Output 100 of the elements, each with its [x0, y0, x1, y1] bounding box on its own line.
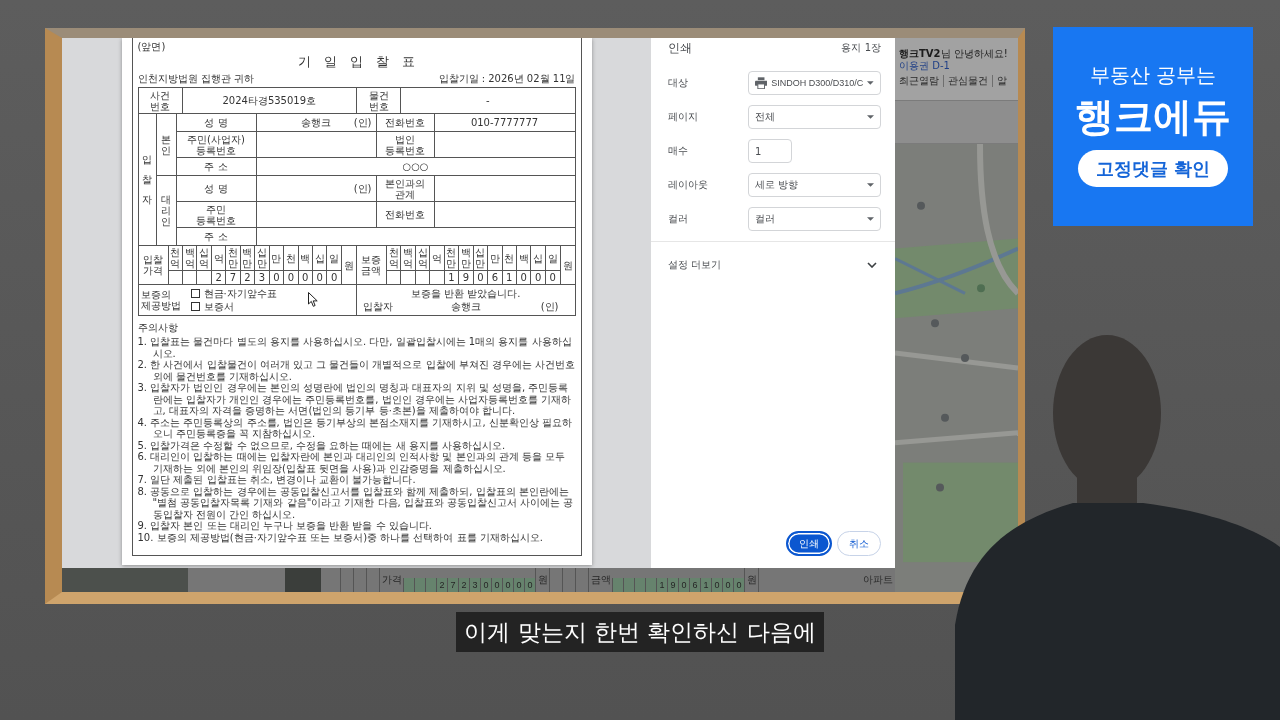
note-item: 5. 입찰가격은 수정할 수 없으므로, 수정을 요하는 때에는 새 용지를 사용하십시오.: [137, 439, 507, 451]
dropdown[interactable]: 세로 방향: [748, 173, 881, 197]
notes-heading: 주의사항: [137, 322, 179, 334]
table-cell: 백억: [400, 245, 416, 271]
table-cell: 0: [502, 578, 513, 592]
receipt-text: 보증을 반환 받았습니다.: [409, 288, 522, 299]
table-cell: 0: [524, 578, 535, 592]
note-item: 8. 공동으로 입찰하는 경우에는 공동입찰신고서를 입찰표와 함께 제출하되, 입찰표의 본인란에는 "별첨 공동입찰자목록 기재와 같음"이라고 기재한 다음, 입찰표와 공동입찰신고서 사이에는 공동입찰자 전원이 간인 하십시오.: [137, 485, 575, 520]
table-cell: 천억: [168, 245, 183, 271]
table-cell: 본인과의 관계: [376, 175, 434, 202]
table-cell: 전화번호: [376, 201, 434, 228]
table-cell: 만: [269, 245, 284, 271]
table-cell: 6: [689, 578, 700, 592]
printer-dropdown[interactable]: SINDOH D300/D310/C: [748, 71, 881, 95]
checkbox-label: 현금·자기앞수표: [203, 288, 277, 299]
table-cell: 3: [469, 578, 480, 592]
setting-label: 매수: [668, 144, 688, 158]
copies-field[interactable]: 1: [748, 139, 792, 163]
empty-table-cell: [425, 578, 436, 592]
table-cell: 0: [733, 578, 744, 592]
photo-placeholder: [285, 568, 321, 592]
table-cell: 십: [530, 245, 546, 271]
table-cell: 2024타경535019호: [182, 87, 357, 114]
table-cell: 원: [535, 568, 549, 592]
empty-table-cell: [623, 578, 634, 592]
table-cell: 성 명: [176, 113, 256, 132]
setting-label: 컬러: [668, 212, 688, 226]
nav-link[interactable]: 최근열람: [899, 75, 939, 87]
table-cell: 십억: [415, 245, 430, 271]
cursor-icon: [308, 292, 318, 307]
table-cell: 7: [447, 578, 458, 592]
table-cell: 백만: [458, 245, 474, 271]
setting-label: 레이아웃: [668, 178, 708, 192]
seal-label: (인): [540, 301, 560, 312]
sheet-count: 용지 1장: [841, 41, 881, 55]
caret-icon: [867, 81, 874, 85]
table-cell: 백: [298, 245, 313, 271]
bid-date: 입찰기일 : 2026년 02월 11일: [438, 73, 576, 85]
more-settings-button[interactable]: 설정 더보기: [668, 253, 881, 277]
table-cell: 일: [545, 245, 560, 271]
table-cell: 십: [312, 245, 327, 271]
table-cell: 주 소: [176, 157, 256, 176]
table-cell: 0: [678, 578, 689, 592]
table-cell: 억: [429, 245, 445, 271]
subtitle-caption: 이게 맞는지 한번 확인하신 다음에: [456, 612, 824, 652]
table-cell: 전화번호: [376, 113, 434, 132]
empty-table-cell: [403, 578, 414, 592]
addressee-text: 인천지방법원 집행관 귀하: [137, 73, 254, 85]
table-cell: 1: [656, 578, 667, 592]
empty-table-cell: [414, 578, 425, 592]
bidder-label: 입찰자: [362, 301, 393, 312]
table-cell: 천만: [225, 245, 241, 271]
pass-link[interactable]: 이용권 D-1: [899, 60, 1016, 72]
table-cell: 원: [560, 245, 575, 285]
page-side-label: (앞면): [137, 41, 167, 53]
dropdown[interactable]: 컬러: [748, 207, 881, 231]
table-cell: 십만: [254, 245, 270, 271]
nav-link[interactable]: 알: [992, 75, 1007, 87]
table-cell: 백만: [240, 245, 255, 271]
table-cell: 0: [513, 578, 524, 592]
table-cell: 천억: [386, 245, 401, 271]
table-cell: 0: [480, 578, 491, 592]
table-cell: ○○○: [256, 157, 575, 176]
table-cell: 사건 번호: [138, 87, 182, 114]
note-item: 9. 입찰자 본인 또는 대리인 누구나 보증을 반환 받을 수 있습니다.: [137, 520, 434, 532]
banner-tagline: 부동산 공부는: [1089, 63, 1217, 87]
nav-link[interactable]: 관심물건: [943, 75, 988, 87]
banner-brand: 행크에듀: [1075, 94, 1231, 140]
note-item: 4. 주소는 주민등록상의 주소를, 법인은 등기부상의 본점소재지를 기재하시고, 신분확인상 필요하오니 주민등록증을 꼭 지참하십시오.: [137, 416, 574, 440]
empty-table-cell: [634, 578, 645, 592]
bidder-name: 송행크: [450, 301, 481, 312]
setting-label: 페이지: [668, 110, 698, 124]
table-cell: 일: [327, 245, 342, 271]
table-cell: 성 명: [176, 175, 256, 202]
note-item: 3. 입찰자가 법인인 경우에는 본인의 성명란에 법인의 명칭과 대표자의 지위 및 성명을, 주민등록란에는 입찰자가 개인인 경우에는 주민등록번호를, 법인인 경우에는 사업자등록번호를 기재하고, 대표자의 자격을 증명하는 서면(법인의 등기부 등·초본)을 제출하여야 합니다.: [137, 382, 573, 417]
empty-table-cell: [612, 578, 623, 592]
table-cell: 백: [516, 245, 531, 271]
table-cell: 주민(사업자) 등록번호: [176, 131, 256, 158]
note-item: 7. 일단 제출된 입찰표는 취소, 변경이나 교환이 불가능합니다.: [137, 474, 417, 486]
table-cell: 1: [700, 578, 711, 592]
table-cell: 0: [722, 578, 733, 592]
table-cell: 만: [487, 245, 503, 271]
caret-icon: [867, 115, 874, 119]
bidder-name: 송행크: [301, 117, 331, 128]
greeting-text: 행크TV2님 안녕하세요!: [899, 48, 1009, 60]
table-cell: 9: [667, 578, 678, 592]
table-cell: 물건 번호: [356, 87, 401, 114]
table-cell: 2: [458, 578, 469, 592]
empty-table-cell: [645, 578, 656, 592]
note-item: 1. 입찰표는 물건마다 별도의 용지를 사용하십시오. 다만, 일괄입찰시에는 1매의 용지를 사용하십시오.: [137, 336, 573, 359]
table-cell: 법인 등록번호: [376, 131, 434, 158]
cancel-button[interactable]: 취소: [837, 531, 881, 556]
table-cell: 천만: [444, 245, 459, 271]
dropdown[interactable]: 전체: [748, 105, 881, 129]
table-cell: 0: [491, 578, 502, 592]
table-cell: 원: [744, 568, 758, 592]
caret-icon: [867, 183, 874, 187]
table-cell: 입찰 가격: [138, 245, 168, 285]
print-button[interactable]: 인쇄: [786, 531, 832, 556]
caret-icon: [867, 217, 874, 221]
